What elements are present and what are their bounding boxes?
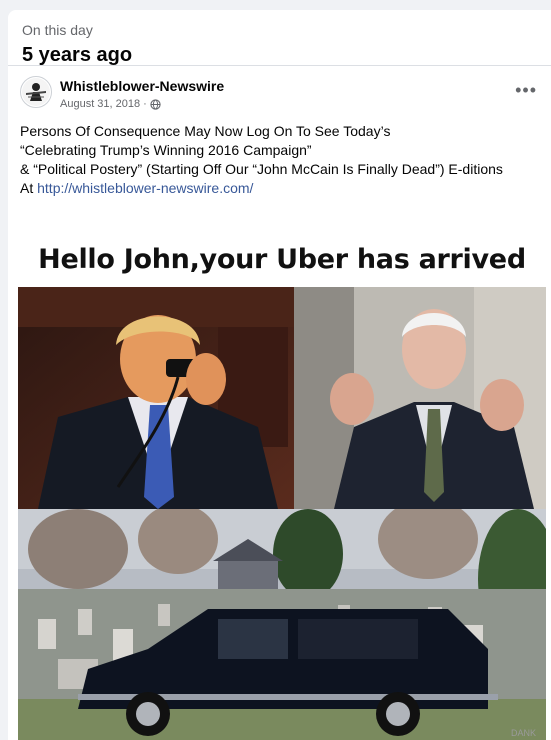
post-text: Persons Of Consequence May Now Log On To… — [8, 122, 551, 198]
post-text-line: & “Political Postery” (Starting Off Our … — [20, 161, 503, 177]
photo-mccain — [294, 287, 546, 509]
post-image[interactable]: Hello John,your Uber has arrived DANK — [18, 232, 546, 740]
more-options-icon[interactable]: ••• — [515, 80, 537, 101]
watermark: DANK — [510, 728, 536, 738]
globe-icon — [150, 98, 161, 110]
avatar[interactable] — [20, 76, 52, 108]
memory-card: On this day 5 years ago Whistleblower-Ne… — [8, 10, 551, 740]
photo-hearse-cemetery — [18, 509, 546, 740]
avatar-logo-icon — [22, 78, 50, 106]
post-header: Whistleblower-Newswire August 31, 2018 ·… — [8, 74, 551, 122]
post-meta: August 31, 2018 · — [60, 98, 161, 110]
photo-trump-on-phone — [18, 287, 294, 509]
link-prefix: At — [20, 180, 38, 196]
post-text-line: “Celebrating Trump’s Winning 2016 Campai… — [20, 142, 312, 158]
memory-label: On this day — [22, 22, 93, 38]
post-link-line: At http://whistleblower-newswire.com/ — [20, 179, 539, 198]
post-link[interactable]: http://whistleblower-newswire.com/ — [37, 180, 253, 196]
meme-caption: Hello John,your Uber has arrived — [18, 232, 546, 287]
memory-title: 5 years ago — [22, 44, 133, 66]
memory-header: On this day 5 years ago — [8, 10, 551, 66]
post-author[interactable]: Whistleblower-Newswire — [60, 78, 224, 94]
post-date[interactable]: August 31, 2018 · — [60, 98, 147, 110]
post-text-line: Persons Of Consequence May Now Log On To… — [20, 123, 391, 139]
